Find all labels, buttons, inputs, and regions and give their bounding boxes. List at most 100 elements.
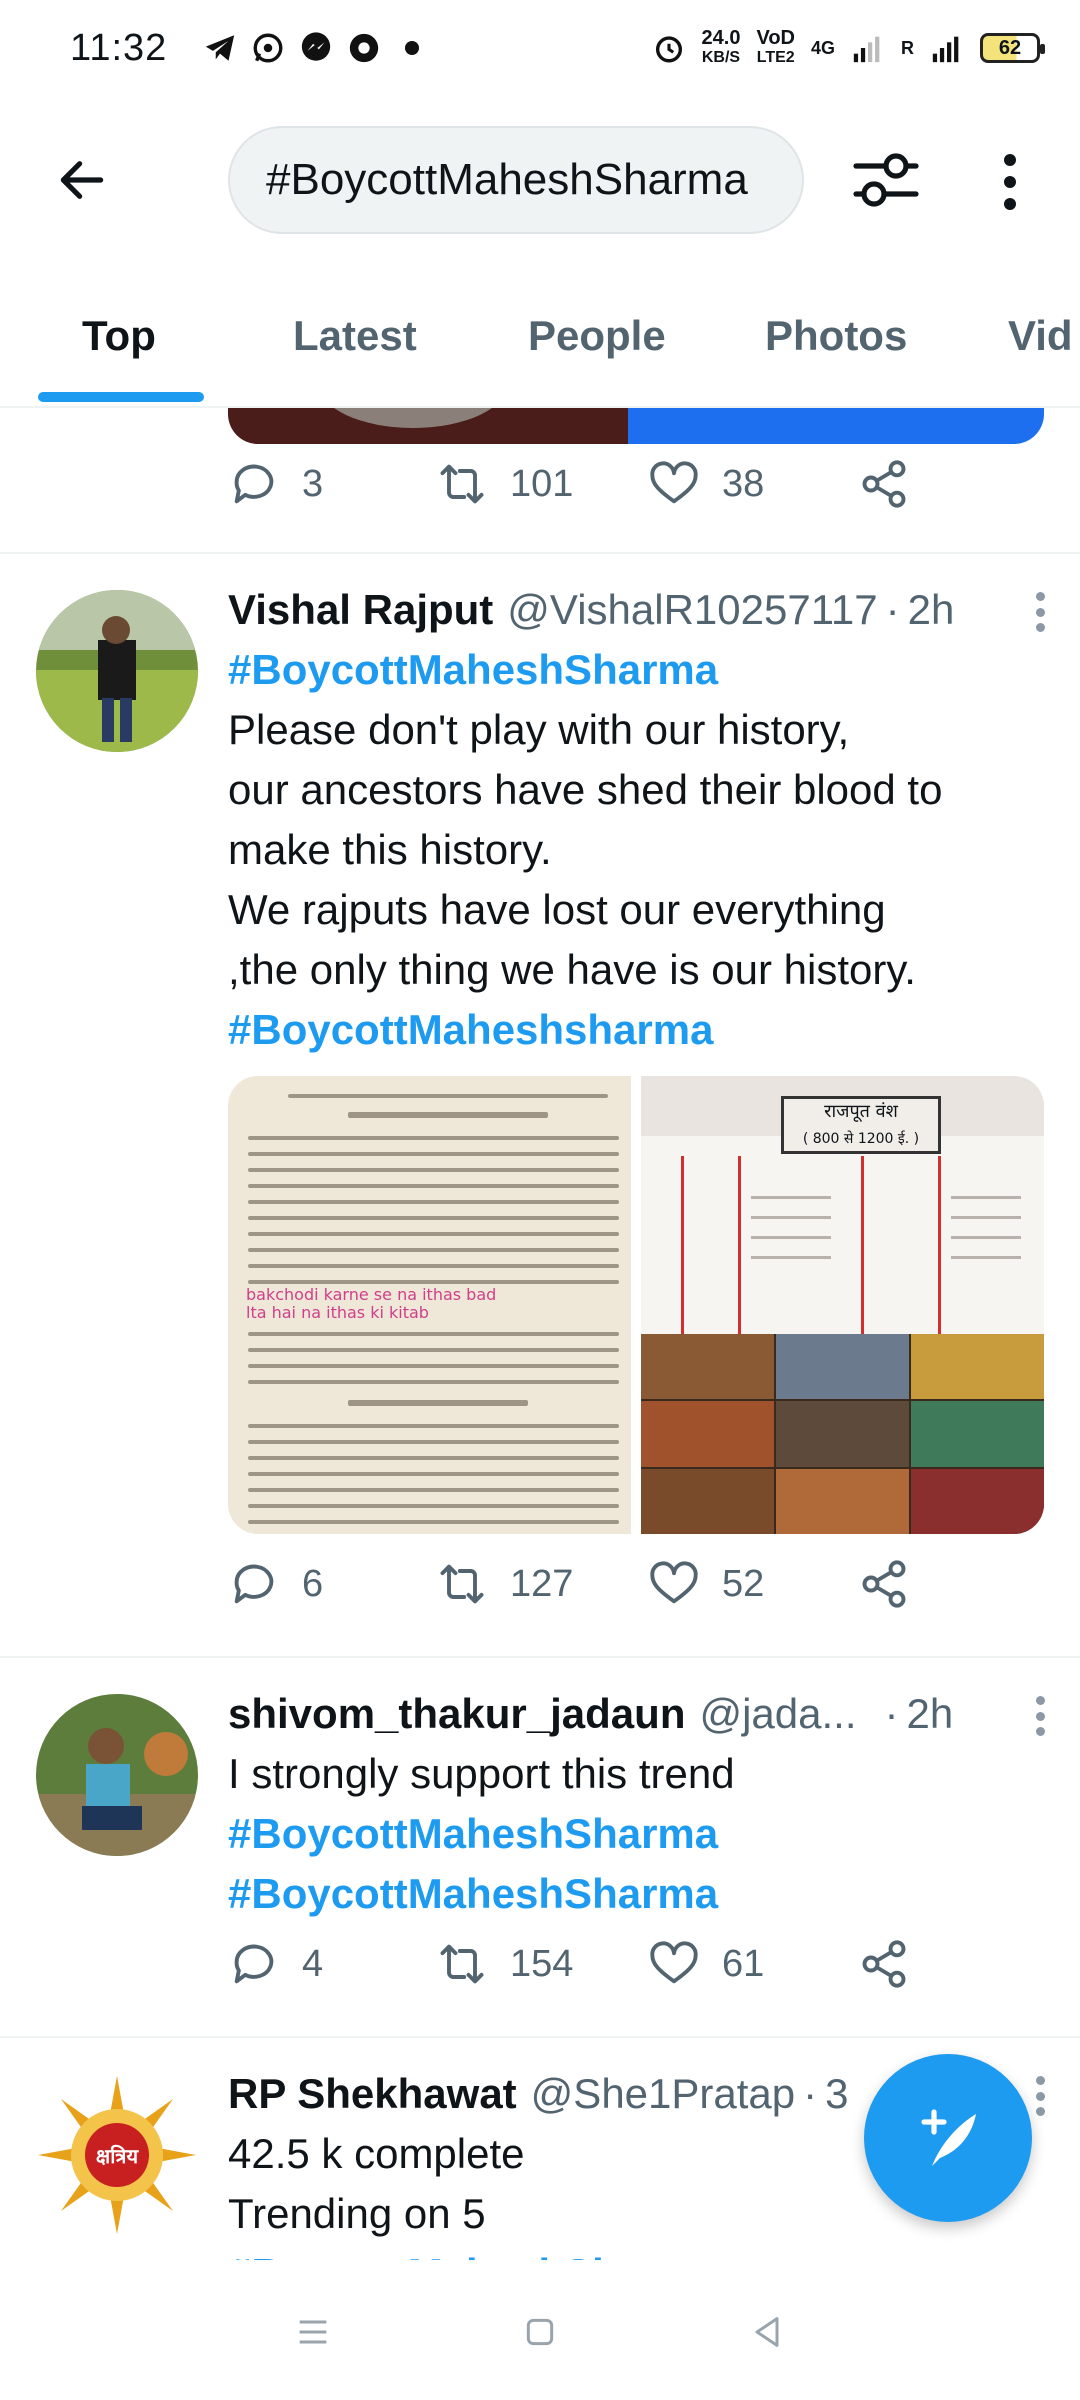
tweet-time: 2h: [906, 1690, 954, 1737]
heart-icon: [650, 461, 698, 504]
avatar[interactable]: [36, 1694, 198, 1856]
retweet-button[interactable]: 127: [436, 1558, 648, 1610]
like-button[interactable]: 52: [648, 1558, 858, 1610]
reply-count: 4: [302, 1942, 324, 1985]
share-icon: [862, 460, 906, 508]
notification-icons: [203, 31, 429, 65]
reply-button[interactable]: 6: [228, 1558, 436, 1610]
tweet-content: shivom_thakur_jadaun @jada... · 2h I str…: [228, 1684, 1048, 1924]
network-speed-value: 24.0: [701, 27, 741, 49]
tab-top[interactable]: Top: [82, 312, 156, 360]
retweet-count: 154: [510, 1942, 574, 1985]
tweet-time: 3: [825, 2070, 849, 2117]
reply-count: 6: [302, 1562, 324, 1605]
search-input[interactable]: #BoycottMaheshSharma: [228, 126, 804, 234]
like-button[interactable]: 38: [648, 458, 858, 510]
tweet-content: Vishal Rajput @VishalR10257117 · 2h #Boy…: [228, 580, 1048, 1060]
retweet-icon: [440, 1944, 484, 1984]
share-icon: [862, 1560, 906, 1608]
retweet-button[interactable]: 154: [436, 1938, 648, 1990]
volte-top: VoD: [756, 27, 795, 49]
tab-latest[interactable]: Latest: [293, 312, 417, 360]
previous-tweet-actions: 3 101 38: [228, 454, 910, 514]
retweet-icon: [440, 464, 484, 504]
like-count: 38: [722, 462, 765, 505]
search-tabs: Top Latest People Photos Vid: [0, 290, 1080, 408]
media-image-rajput-chart[interactable]: राजपूत वंश ( 800 से 1200 ई. ): [641, 1076, 1044, 1534]
status-left: 11:32: [70, 27, 429, 70]
status-time: 11:32: [70, 26, 168, 69]
search-filter-button[interactable]: [852, 148, 920, 212]
more-dots-icon: [1004, 154, 1016, 166]
user-handle[interactable]: @jada...: [699, 1684, 856, 1744]
tweet[interactable]: shivom_thakur_jadaun @jada... · 2h I str…: [0, 1684, 1080, 2064]
hashtag-link[interactable]: #BoycottMaheshSharma: [228, 2244, 1048, 2260]
app-notification-icon: [347, 31, 381, 65]
system-back-button[interactable]: [742, 2307, 792, 2357]
network-speed: 24.0 KB/S: [702, 28, 741, 68]
heart-icon: [650, 1561, 698, 1604]
share-icon: [862, 1940, 906, 1988]
avatar[interactable]: क्षत्रिय: [36, 2074, 198, 2236]
share-button[interactable]: [858, 458, 910, 510]
image-heading: राजपूत वंश ( 800 से 1200 ई. ): [781, 1096, 941, 1154]
recent-apps-button[interactable]: [288, 2307, 338, 2357]
tab-photos[interactable]: Photos: [765, 312, 907, 360]
like-count: 52: [722, 1562, 765, 1605]
image-portrait-collage: [641, 1334, 1044, 1534]
previous-tweet-media[interactable]: [228, 408, 1044, 444]
hashtag-link[interactable]: #BoycottMaheshsharma: [228, 1000, 1048, 1060]
back-button[interactable]: [52, 150, 112, 210]
search-query: #BoycottMaheshSharma: [266, 155, 748, 204]
tweet[interactable]: Vishal Rajput @VishalR10257117 · 2h #Boy…: [0, 580, 1080, 1534]
menu-lines-icon: [299, 2320, 327, 2344]
tweet-options-button[interactable]: [1036, 592, 1048, 632]
hashtag-link[interactable]: #BoycottMaheshSharma: [228, 1864, 1048, 1924]
display-name[interactable]: shivom_thakur_jadaun: [228, 1684, 685, 1744]
reply-icon: [234, 464, 274, 504]
triangle-back-icon: [755, 2317, 779, 2347]
like-count: 61: [722, 1942, 765, 1985]
share-button[interactable]: [858, 1558, 910, 1610]
roaming-label: R: [901, 37, 914, 58]
compose-tweet-button[interactable]: [864, 2054, 1032, 2222]
retweet-icon: [440, 1564, 484, 1604]
sliders-icon: [853, 153, 919, 207]
reply-button[interactable]: 3: [228, 458, 436, 510]
retweet-button[interactable]: 101: [436, 458, 648, 510]
share-button[interactable]: [858, 1938, 910, 1990]
reply-icon: [234, 1564, 274, 1604]
user-handle[interactable]: @VishalR10257117: [507, 580, 877, 640]
tweet-options-button[interactable]: [1036, 1696, 1048, 1736]
status-bar: 11:32 24.0 KB/S VoD LTE2 4G R 62: [0, 0, 1080, 96]
square-icon: [526, 2318, 554, 2346]
home-button[interactable]: [515, 2307, 565, 2357]
volte-indicator: VoD LTE2: [756, 28, 795, 68]
volte-bottom: LTE2: [756, 49, 795, 66]
hashtag-link[interactable]: #BoycottMaheshSharma: [228, 640, 1048, 700]
more-notifications-dot-icon: [395, 31, 429, 65]
system-nav-bar: [0, 2264, 1080, 2400]
avatar[interactable]: [36, 590, 198, 752]
display-name[interactable]: Vishal Rajput: [228, 580, 493, 640]
media-image-textbook[interactable]: bakchodi karne se na ithas bad lta hai n…: [228, 1076, 631, 1534]
signal-4g-label: 4G: [810, 37, 835, 58]
image-caption: bakchodi karne se na ithas bad lta hai n…: [246, 1285, 497, 1322]
user-handle[interactable]: @She1Pratap: [531, 2064, 795, 2124]
like-button[interactable]: 61: [648, 1938, 858, 1990]
tab-people[interactable]: People: [528, 312, 666, 360]
hashtag-link[interactable]: #BoycottMaheshSharma: [228, 1804, 1048, 1864]
display-name[interactable]: RP Shekhawat: [228, 2064, 517, 2124]
battery-icon: 62: [980, 33, 1045, 63]
tweet-options-button[interactable]: [1036, 2076, 1048, 2116]
reply-button[interactable]: 4: [228, 1938, 436, 1990]
tweet-header: Vishal Rajput @VishalR10257117 · 2h: [228, 580, 1048, 640]
tweet-actions: 6 127 52: [228, 1554, 910, 1614]
tab-videos[interactable]: Vid: [1008, 312, 1073, 360]
avatar-text: क्षत्रिय: [95, 2144, 139, 2168]
tweet-divider: [0, 1656, 1080, 1658]
signal-strength-2-icon: [930, 31, 964, 65]
search-results-feed[interactable]: 3 101 38 Vishal Rajput @VishalR10257117 …: [0, 408, 1080, 2260]
messenger-icon: [299, 31, 333, 65]
overflow-menu-button[interactable]: [990, 150, 1030, 214]
